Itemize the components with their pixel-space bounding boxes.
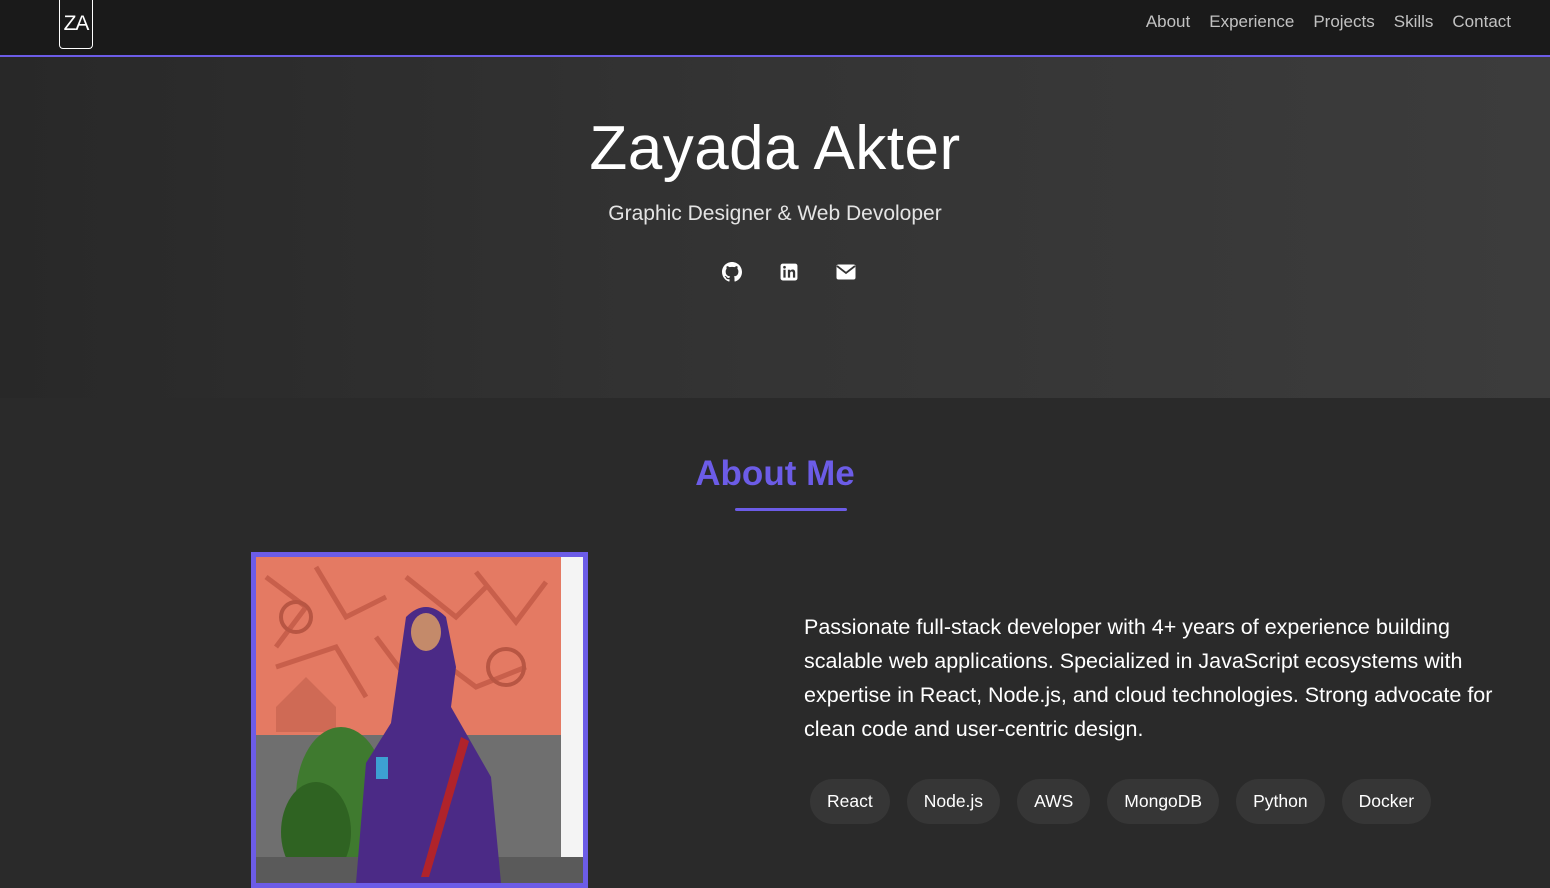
nav-link-projects[interactable]: Projects	[1313, 12, 1374, 36]
title-underline	[735, 508, 847, 511]
envelope-icon[interactable]	[836, 262, 856, 282]
hero-name: Zayada Akter	[589, 114, 961, 183]
skill-pill-aws: AWS	[1017, 779, 1091, 824]
hero-section: Zayada Akter Graphic Designer & Web Devo…	[0, 57, 1550, 398]
skill-pill-python: Python	[1236, 779, 1325, 824]
skill-pills: React Node.js AWS MongoDB Python Docker	[810, 779, 1432, 824]
nav-link-experience[interactable]: Experience	[1209, 12, 1294, 36]
skill-pill-mongodb: MongoDB	[1107, 779, 1220, 824]
linkedin-icon[interactable]	[779, 262, 799, 282]
about-title: About Me	[695, 454, 855, 493]
profile-photo-illustration	[256, 557, 583, 883]
skill-pill-docker: Docker	[1341, 779, 1432, 824]
hero-subtitle: Graphic Designer & Web Devoloper	[608, 202, 942, 225]
profile-photo	[251, 552, 588, 888]
skill-pill-nodejs: Node.js	[906, 779, 1001, 824]
about-section: About Me Passionate full-stack developer…	[0, 398, 1550, 888]
nav-link-about[interactable]: About	[1146, 12, 1190, 36]
social-links	[722, 262, 856, 282]
nav-link-skills[interactable]: Skills	[1394, 12, 1434, 36]
skill-pill-react: React	[810, 779, 890, 824]
navbar: ZA About Experience Projects Skills Cont…	[0, 0, 1550, 57]
about-description: Passionate full-stack developer with 4+ …	[804, 615, 1493, 741]
nav-links: About Experience Projects Skills Contact	[1146, 12, 1511, 36]
github-icon[interactable]	[722, 262, 742, 282]
nav-link-contact[interactable]: Contact	[1452, 12, 1511, 36]
logo[interactable]: ZA	[59, 0, 93, 49]
